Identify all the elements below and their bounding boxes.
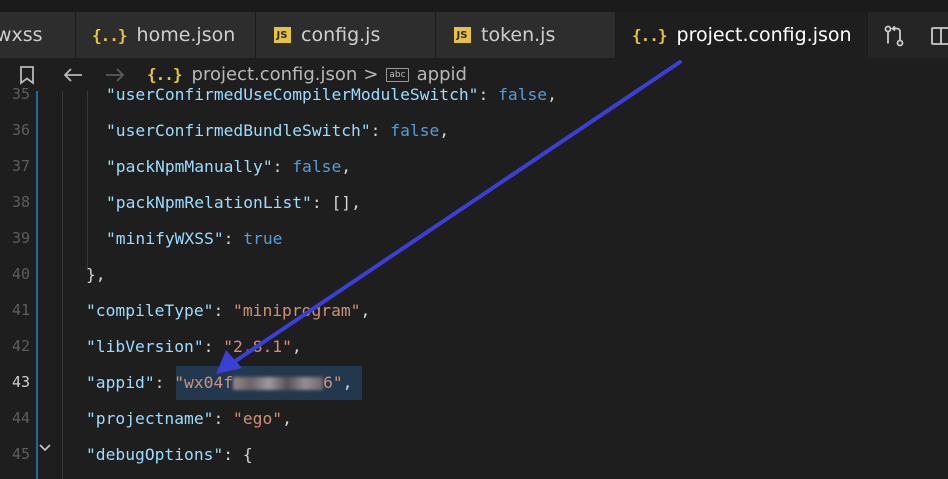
- code-line: "debugOptions": {: [86, 445, 253, 464]
- code-line: "appid": "wx04f 6",: [86, 373, 353, 392]
- tab-bar: wxss {..} home.json JS config.js JS toke…: [0, 0, 948, 58]
- indent-guide: [62, 91, 63, 479]
- json-file-icon: {..}: [632, 25, 668, 45]
- breadcrumb-symbol[interactable]: appid: [417, 64, 467, 85]
- breadcrumb-separator: >: [363, 64, 379, 85]
- code-line: },: [86, 265, 106, 284]
- line-number: 37: [11, 157, 30, 175]
- tab-label: wxss: [0, 24, 43, 46]
- tab-label: project.config.json: [676, 24, 852, 46]
- line-number: 35: [11, 85, 30, 103]
- json-file-icon: {..}: [92, 25, 128, 45]
- tab-wxss[interactable]: wxss: [0, 12, 76, 58]
- tab-project-config-json[interactable]: {..} project.config.json ✕: [616, 12, 868, 58]
- indent-guide: [87, 91, 88, 271]
- line-number: 45: [11, 445, 30, 463]
- fold-chevron-icon[interactable]: [38, 441, 52, 459]
- split-editor-icon[interactable]: [930, 24, 948, 52]
- close-icon[interactable]: ✕: [866, 23, 867, 47]
- code-line: "minifyWXSS": true: [106, 229, 283, 248]
- code-editor[interactable]: 35 "userConfirmedUseCompilerModuleSwitch…: [0, 85, 948, 479]
- tab-label: token.js: [481, 24, 556, 46]
- back-arrow-icon[interactable]: [63, 67, 83, 83]
- tab-home-json[interactable]: {..} home.json: [76, 12, 256, 58]
- tab-config-js[interactable]: JS config.js: [256, 12, 436, 58]
- compare-changes-icon[interactable]: [882, 24, 906, 52]
- code-line: "compileType": "miniprogram",: [86, 301, 371, 320]
- bookmark-icon[interactable]: [19, 65, 35, 85]
- string-symbol-icon: abc: [386, 67, 409, 82]
- code-line: "userConfirmedUseCompilerModuleSwitch": …: [106, 85, 557, 104]
- breadcrumb-file[interactable]: project.config.json: [192, 64, 358, 85]
- line-number: 44: [11, 409, 30, 427]
- line-number: 36: [11, 121, 30, 139]
- line-number: 38: [11, 193, 30, 211]
- forward-arrow-icon[interactable]: [105, 67, 125, 83]
- line-number: 40: [11, 265, 30, 283]
- code-line: "libVersion": "2.8.1",: [86, 337, 302, 356]
- line-number: 42: [11, 337, 30, 355]
- code-line: "packNpmRelationList": [],: [106, 193, 361, 212]
- json-file-icon: {..}: [147, 65, 183, 84]
- code-line: "projectname": "ego",: [86, 409, 292, 428]
- js-file-icon: JS: [454, 27, 471, 43]
- js-file-icon: JS: [274, 27, 291, 43]
- indent-guide: [36, 91, 38, 479]
- tab-label: home.json: [136, 24, 236, 46]
- redacted-appid: [233, 377, 324, 390]
- line-number: 43: [11, 373, 30, 391]
- line-number: 39: [11, 229, 30, 247]
- tab-label: config.js: [301, 24, 381, 46]
- tab-token-js[interactable]: JS token.js: [436, 12, 616, 58]
- line-number: 41: [11, 301, 30, 319]
- code-line: "userConfirmedBundleSwitch": false,: [106, 121, 450, 140]
- code-line: "packNpmManually": false,: [106, 157, 352, 176]
